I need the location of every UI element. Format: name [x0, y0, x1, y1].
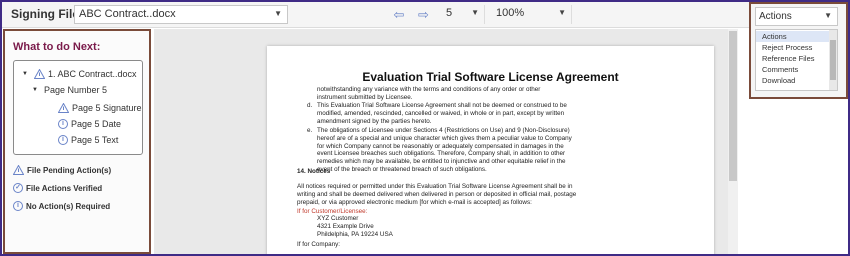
doc-notices-heading: 14. Notices [297, 168, 331, 175]
legend-no-action: i No Action(s) Required [13, 201, 110, 211]
chevron-down-icon: ▼ [274, 9, 282, 18]
actions-option-actions[interactable]: Actions [756, 31, 830, 42]
doc-company-label: If for Company: [297, 241, 341, 248]
tree-item-text-label: Page 5 Text [71, 135, 119, 145]
doc-item-e-label: e. [307, 127, 313, 134]
doc-line: This Evaluation Trial Software License A… [317, 102, 567, 109]
tree-item-file[interactable]: ▼ 1. ABC Contract..docx [22, 69, 137, 79]
triangle-down-icon[interactable]: ▼ [32, 87, 38, 93]
tree-item-date[interactable]: i Page 5 Date [58, 119, 121, 129]
actions-option-comments[interactable]: Comments [756, 64, 830, 75]
info-icon: i [58, 119, 68, 129]
doc-line: All notices required or permitted under … [297, 183, 573, 190]
info-icon: i [58, 135, 68, 145]
doc-line: prepaid, or via approved electronic medi… [297, 198, 532, 206]
doc-para-top: notwithstanding any variance with the te… [317, 86, 540, 102]
warning-icon [33, 69, 45, 79]
viewer-scrollbar[interactable] [728, 29, 738, 254]
doc-line: hereof are of a special and unique chara… [317, 134, 572, 142]
doc-line: modified, amended, rescinded, cancelled … [317, 109, 565, 117]
document-page: Evaluation Trial Software License Agreem… [267, 46, 714, 254]
doc-customer-address: XYZ Customer 4321 Example Drive Phildelp… [317, 215, 393, 238]
doc-line: for which Company cannot be reasonably o… [317, 142, 564, 150]
tree-item-page[interactable]: ▼ Page Number 5 [32, 85, 107, 95]
warning-icon [58, 103, 69, 113]
app-window: Signing File : ABC Contract..docx ▼ ⇦ ⇨ … [2, 2, 848, 254]
info-icon: i [13, 201, 23, 211]
actions-select-value: Actions [759, 11, 792, 22]
chevron-down-icon: ▼ [558, 8, 566, 17]
arrow-left-icon[interactable]: ⇦ [389, 7, 409, 23]
doc-line: The obligations of Licensee under Sectio… [317, 127, 570, 134]
doc-item-e: The obligations of Licensee under Sectio… [317, 127, 572, 174]
page-select-value: 5 [446, 7, 453, 19]
doc-line: instrument submitted by Licensee. [317, 93, 413, 101]
doc-line: 4321 Example Drive [317, 222, 374, 230]
doc-item-d: This Evaluation Trial Software License A… [317, 102, 567, 125]
warning-icon [13, 165, 24, 175]
tree-item-signature[interactable]: Page 5 Signature [58, 103, 142, 113]
action-tree: ▼ 1. ABC Contract..docx ▼ Page Number 5 … [13, 60, 143, 155]
page-navigation: ⇦ ⇨ [389, 6, 433, 24]
check-circle-icon: ✓ [13, 183, 23, 193]
actions-list-scrollbar[interactable] [829, 30, 837, 90]
what-to-do-next-panel: What to do Next: ▼ 1. ABC Contract..docx… [3, 29, 151, 254]
actions-list-scrollbar-thumb[interactable] [830, 40, 836, 80]
doc-line: XYZ Customer [317, 215, 359, 222]
triangle-down-icon[interactable]: ▼ [22, 71, 28, 77]
arrow-right-icon[interactable]: ⇨ [413, 7, 433, 23]
doc-item-d-label: d. [307, 102, 313, 109]
legend-pending-label: File Pending Action(s) [27, 165, 112, 175]
tree-item-signature-label: Page 5 Signature [72, 103, 142, 113]
zoom-select[interactable]: 100% ▼ [490, 5, 572, 24]
zoom-select-value: 100% [496, 7, 525, 19]
doc-line: remedies which may be available, be enti… [317, 158, 566, 166]
tree-item-text[interactable]: i Page 5 Text [58, 135, 118, 145]
legend-no-action-label: No Action(s) Required [26, 201, 111, 211]
legend-verified: ✓ File Actions Verified [13, 183, 102, 193]
file-select-value: ABC Contract..docx [79, 8, 176, 20]
doc-line: Phildelphia, PA 19224 USA [317, 230, 393, 238]
document-title: Evaluation Trial Software License Agreem… [362, 70, 619, 84]
chevron-down-icon: ▼ [471, 8, 479, 17]
tree-item-date-label: Page 5 Date [71, 119, 122, 129]
page-select[interactable]: 5 ▼ [443, 5, 485, 24]
actions-option-download[interactable]: Download [756, 75, 830, 86]
doc-line: notwithstanding any variance with the te… [317, 86, 541, 93]
actions-dropdown-list: Actions Reject Process Reference Files C… [755, 29, 838, 91]
panel-title: What to do Next: [13, 41, 101, 53]
legend-verified-label: File Actions Verified [26, 183, 103, 193]
doc-line: writing and shall be deemed delivered wh… [297, 190, 577, 198]
actions-option-reference-files[interactable]: Reference Files [756, 53, 830, 64]
actions-panel: Actions ▼ Actions Reject Process Referen… [749, 2, 848, 99]
toolbar: Signing File : ABC Contract..docx ▼ ⇦ ⇨ … [2, 2, 848, 28]
tree-item-file-label: 1. ABC Contract..docx [47, 69, 137, 79]
legend-pending: File Pending Action(s) [13, 165, 111, 175]
actions-select[interactable]: Actions ▼ [755, 7, 838, 26]
doc-line: amendment signed by the parties hereto. [317, 117, 432, 125]
doc-notices: All notices required or permitted under … [297, 183, 576, 206]
doc-line: event Licensee breaches such obligations… [317, 150, 566, 158]
viewer-scrollbar-thumb[interactable] [729, 31, 737, 181]
actions-option-reject-process[interactable]: Reject Process [756, 42, 830, 53]
tree-item-page-label: Page Number 5 [43, 85, 107, 95]
file-select[interactable]: ABC Contract..docx ▼ [74, 5, 288, 24]
doc-line: event of the breach or threatened breach… [317, 165, 487, 173]
chevron-down-icon: ▼ [824, 11, 832, 20]
